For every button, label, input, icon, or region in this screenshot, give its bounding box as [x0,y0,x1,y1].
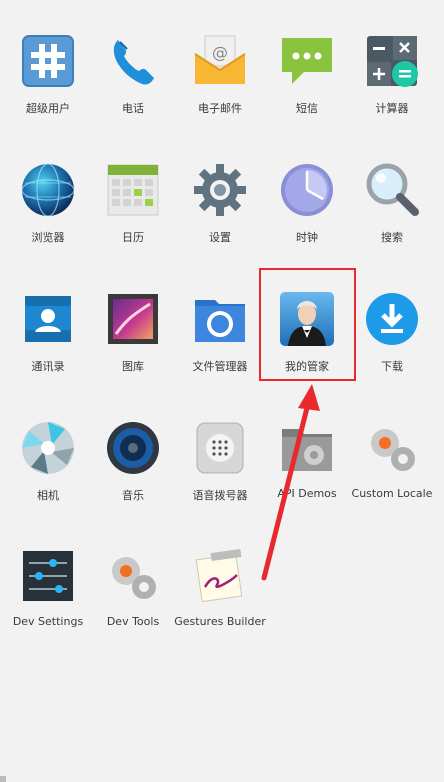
annotation-arrow [261,384,320,581]
screen-corner-mark [0,776,6,782]
